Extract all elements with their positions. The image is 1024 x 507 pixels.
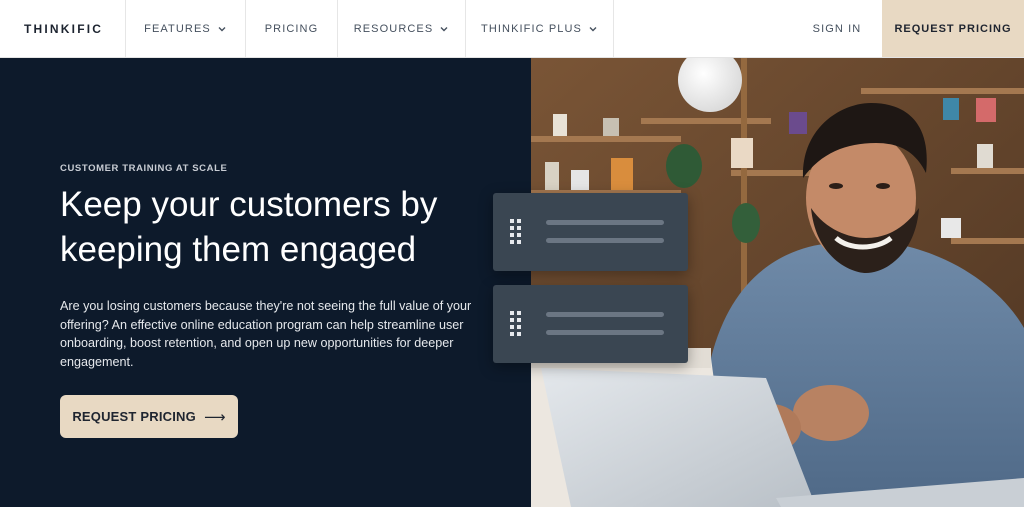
drag-handle-icon [510,219,521,244]
nav-item-pricing-label: PRICING [264,22,319,35]
floating-course-card [493,285,688,363]
sign-in-link[interactable]: SIGN IN [792,0,882,57]
top-navigation: THINKIFIC FEATURES PRICING RESOURCES THI… [0,0,1024,58]
chevron-down-icon [440,26,448,31]
hero-request-pricing-button[interactable]: REQUEST PRICING ⟶ [60,395,238,438]
nav-request-pricing-button[interactable]: REQUEST PRICING [882,0,1024,57]
hero-description: Are you losing customers because they're… [60,299,472,369]
thinkific-logo[interactable]: THINKIFIC [0,0,126,57]
nav-item-resources[interactable]: RESOURCES [338,0,466,57]
arrow-right-icon: ⟶ [203,408,226,426]
floating-course-card [493,193,688,271]
hero-photo [531,58,1024,507]
nav-item-thinkific-plus[interactable]: THINKIFIC PLUS [466,0,614,57]
nav-item-pricing[interactable]: PRICING [246,0,338,57]
drag-handle-icon [510,311,521,336]
chevron-down-icon [589,26,597,31]
placeholder-line [546,220,664,225]
nav-item-features[interactable]: FEATURES [126,0,246,57]
placeholder-line [546,330,664,335]
hero-headline: Keep your customers by keeping them enga… [60,185,438,269]
hero-eyebrow: CUSTOMER TRAINING AT SCALE [60,163,228,174]
placeholder-line [546,312,664,317]
placeholder-line [546,238,664,243]
chevron-down-icon [218,26,226,31]
hero-section: CUSTOMER TRAINING AT SCALE Keep your cus… [0,58,531,507]
nav-item-features-label: FEATURES [144,22,211,35]
hero-cta-label: REQUEST PRICING [72,409,196,424]
nav-item-thinkific-plus-label: THINKIFIC PLUS [481,22,582,35]
man-at-laptop-illustration [531,58,1024,507]
nav-item-resources-label: RESOURCES [353,22,434,35]
